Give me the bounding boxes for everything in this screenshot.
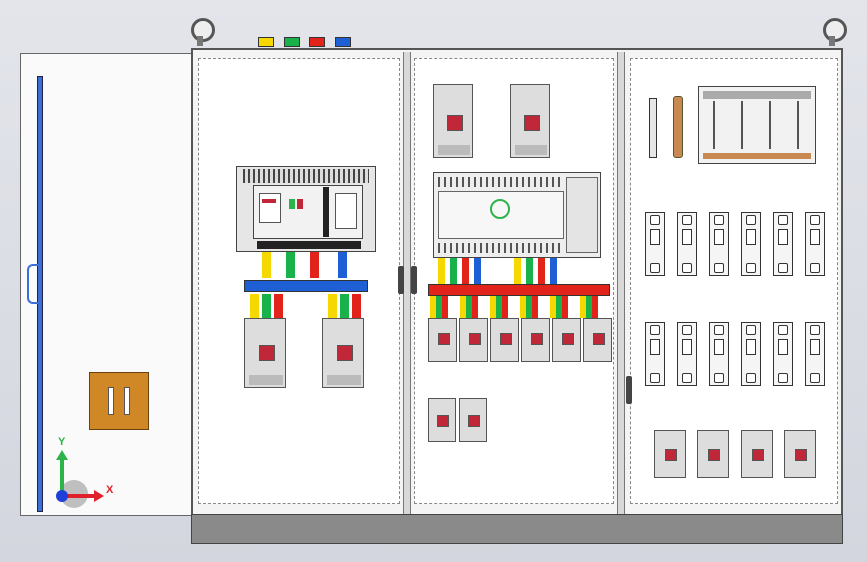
wire-l3-a: [462, 258, 469, 284]
plc-terminals-bottom: [438, 243, 562, 253]
acb-red-button[interactable]: [297, 199, 303, 209]
ventilation-unit: [698, 86, 816, 164]
door-gasket-bend: [27, 264, 41, 304]
busbar-l2-upper: [286, 252, 295, 278]
wire-n-a: [474, 258, 481, 284]
tag-yellow-icon: [258, 37, 274, 47]
bottom-breaker-row: [654, 430, 816, 478]
lifting-eye-icon: [191, 18, 215, 42]
moulded-case-breaker[interactable]: [428, 318, 457, 362]
lifting-eye-icon: [823, 18, 847, 42]
moulded-case-breaker[interactable]: [490, 318, 519, 362]
busbar-horizontal-middle: [428, 284, 610, 296]
acb-nameplate: [335, 193, 357, 229]
busbar-drops-middle: [430, 296, 608, 318]
miniature-circuit-breaker[interactable]: [677, 212, 697, 276]
moulded-case-breaker[interactable]: [433, 84, 473, 158]
tag-red-icon: [309, 37, 325, 47]
miniature-circuit-breaker[interactable]: [805, 212, 825, 276]
acb-trip-indicator: [262, 199, 276, 203]
miniature-circuit-breaker[interactable]: [645, 212, 665, 276]
moulded-case-breaker[interactable]: [740, 430, 773, 478]
wire-l2-b: [526, 258, 533, 284]
acb-top-vent: [243, 169, 369, 183]
busbar-l3-lower-a: [274, 294, 283, 318]
wire-l2-a: [450, 258, 457, 284]
x-axis-head: [94, 490, 104, 502]
z-axis-dot: [56, 490, 68, 502]
tag-blue-icon: [335, 37, 351, 47]
moulded-case-breaker[interactable]: [428, 398, 456, 442]
hinge-right: [626, 376, 632, 404]
coordinate-triad: Y X: [52, 436, 118, 510]
miniature-circuit-breaker[interactable]: [709, 322, 729, 386]
miniature-circuit-breaker[interactable]: [741, 322, 761, 386]
miniature-circuit-breaker[interactable]: [709, 212, 729, 276]
wire-l1-b: [514, 258, 521, 284]
hinge-left: [398, 266, 404, 294]
plc-io-module: [566, 177, 598, 253]
miniature-circuit-breaker[interactable]: [645, 322, 665, 386]
lifting-eye-left: [191, 18, 215, 46]
moulded-case-breaker[interactable]: [459, 318, 488, 362]
busbar-n-upper: [338, 252, 347, 278]
door-handle[interactable]: [89, 372, 149, 430]
wire-l1-a: [438, 258, 445, 284]
hinge-middle: [411, 266, 417, 294]
y-axis-label: Y: [58, 436, 66, 448]
terminal-strip: [649, 98, 657, 158]
moulded-case-breaker[interactable]: [552, 318, 581, 362]
moulded-case-breaker[interactable]: [322, 318, 364, 388]
moulded-case-breaker[interactable]: [697, 430, 730, 478]
plc-controller[interactable]: [433, 172, 601, 258]
miniature-circuit-breaker[interactable]: [773, 322, 793, 386]
outgoing-breaker-row: [428, 318, 612, 362]
busbar-l1-lower-b: [328, 294, 337, 318]
copper-busbar: [673, 96, 683, 158]
cabinet-plinth: [191, 514, 843, 544]
y-axis-arrow: [60, 458, 64, 494]
busbar-l3-upper: [310, 252, 319, 278]
air-circuit-breaker[interactable]: [236, 166, 376, 252]
wire-n-b: [550, 258, 557, 284]
moulded-case-breaker[interactable]: [583, 318, 612, 362]
miniature-circuit-breaker[interactable]: [773, 212, 793, 276]
plc-terminals-top: [438, 177, 562, 187]
mcb-row-1: [645, 212, 825, 276]
y-axis-head: [56, 450, 68, 460]
acb-handle-slot[interactable]: [323, 187, 329, 237]
x-axis-label: X: [106, 484, 114, 496]
moulded-case-breaker[interactable]: [654, 430, 686, 478]
moulded-case-breaker[interactable]: [459, 398, 487, 442]
frame-post-2: [617, 52, 625, 514]
busbar-l1-upper: [262, 252, 271, 278]
acb-green-button[interactable]: [289, 199, 295, 209]
lifting-eye-right: [823, 18, 847, 46]
miniature-circuit-breaker[interactable]: [805, 322, 825, 386]
busbar-l1-lower-a: [250, 294, 259, 318]
acb-base: [257, 241, 361, 249]
busbar-horizontal-left: [244, 280, 368, 292]
busbar-l2-lower-a: [262, 294, 271, 318]
miniature-circuit-breaker[interactable]: [677, 322, 697, 386]
miniature-circuit-breaker[interactable]: [741, 212, 761, 276]
moulded-case-breaker[interactable]: [783, 430, 816, 478]
moulded-case-breaker[interactable]: [244, 318, 286, 388]
tag-green-icon: [284, 37, 300, 47]
busbar-l2-lower-b: [340, 294, 349, 318]
moulded-case-breaker[interactable]: [521, 318, 550, 362]
acb-window: [259, 193, 281, 223]
mcb-row-2: [645, 322, 825, 386]
moulded-case-breaker[interactable]: [510, 84, 550, 158]
frame-post-1: [403, 52, 411, 514]
wire-l3-b: [538, 258, 545, 284]
plc-logo-icon: [490, 199, 510, 219]
busbar-l3-lower-b: [352, 294, 361, 318]
